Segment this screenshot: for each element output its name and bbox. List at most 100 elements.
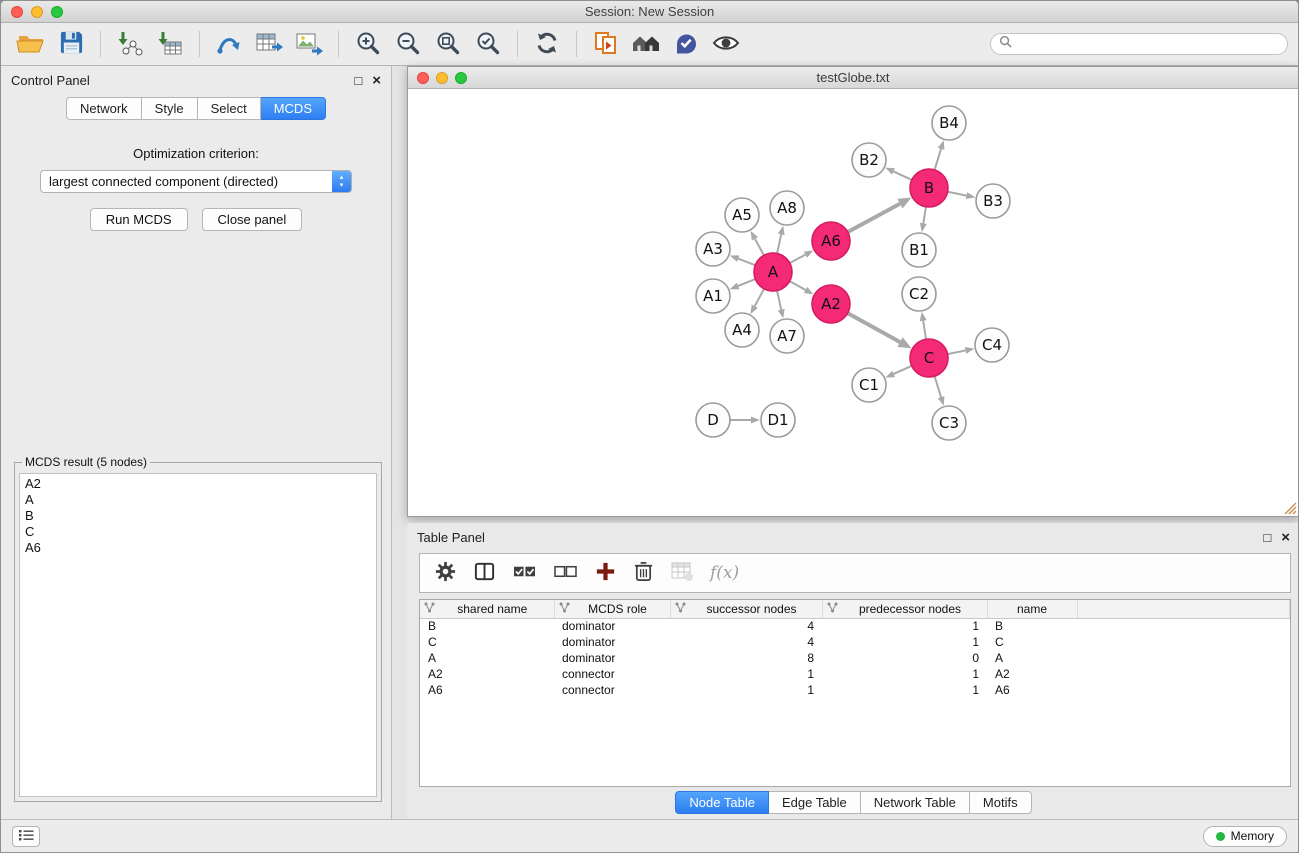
graph-edge-A-A7[interactable] bbox=[777, 291, 781, 310]
table-cell[interactable]: B bbox=[420, 618, 554, 634]
table-cell[interactable]: B bbox=[987, 618, 1077, 634]
mcds-result-item[interactable]: C bbox=[25, 524, 371, 540]
table-row[interactable]: A6connector11A6 bbox=[420, 682, 1290, 698]
column-header-name[interactable]: name bbox=[987, 600, 1077, 618]
graph-edge-B-B3[interactable] bbox=[948, 192, 967, 196]
graph-edge-A-A1[interactable] bbox=[738, 279, 755, 286]
zoom-in-button[interactable] bbox=[348, 26, 388, 62]
table-row[interactable]: Bdominator41B bbox=[420, 618, 1290, 634]
zoom-window-button[interactable] bbox=[51, 6, 63, 18]
network-zoom-button[interactable] bbox=[455, 72, 467, 84]
first-neighbors-button[interactable] bbox=[626, 26, 666, 62]
criterion-dropdown[interactable]: largest connected component (directed) ▴… bbox=[40, 170, 352, 193]
mcds-result-item[interactable]: A2 bbox=[25, 476, 371, 492]
select-all-columns-button[interactable] bbox=[512, 561, 537, 585]
table-cell[interactable]: 1 bbox=[670, 682, 822, 698]
table-cell[interactable]: A bbox=[420, 650, 554, 666]
zoom-selected-button[interactable] bbox=[468, 26, 508, 62]
graph-edge-A-A8[interactable] bbox=[777, 234, 781, 253]
minimize-window-button[interactable] bbox=[31, 6, 43, 18]
delete-column-button[interactable] bbox=[633, 560, 654, 586]
mcds-result-list[interactable]: A2ABCA6 bbox=[19, 473, 377, 797]
tab-network[interactable]: Network bbox=[66, 97, 142, 120]
table-cell[interactable]: A6 bbox=[420, 682, 554, 698]
column-header-mcds-role[interactable]: MCDS role bbox=[554, 600, 670, 618]
graph-edge-A6-B[interactable] bbox=[848, 204, 900, 232]
table-cell[interactable]: connector bbox=[554, 666, 670, 682]
table-cell[interactable]: C bbox=[987, 634, 1077, 650]
graph-edge-B-B2[interactable] bbox=[893, 171, 911, 180]
graph-edge-A-A6[interactable] bbox=[790, 255, 806, 263]
close-window-button[interactable] bbox=[11, 6, 23, 18]
duplicate-window-button[interactable] bbox=[586, 26, 626, 62]
table-cell[interactable]: A2 bbox=[987, 666, 1077, 682]
graph-edge-A-A2[interactable] bbox=[790, 281, 806, 290]
export-image-button[interactable] bbox=[289, 26, 329, 62]
table-row[interactable]: Cdominator41C bbox=[420, 634, 1290, 650]
column-header-predecessor-nodes[interactable]: predecessor nodes bbox=[822, 600, 987, 618]
network-close-button[interactable] bbox=[417, 72, 429, 84]
tab-node-table[interactable]: Node Table bbox=[675, 791, 769, 814]
mcds-result-item[interactable]: A6 bbox=[25, 540, 371, 556]
tab-select[interactable]: Select bbox=[198, 97, 261, 120]
table-cell[interactable]: 1 bbox=[822, 682, 987, 698]
table-cell[interactable]: A6 bbox=[987, 682, 1077, 698]
new-table-button[interactable] bbox=[249, 26, 289, 62]
mcds-result-item[interactable]: B bbox=[25, 508, 371, 524]
table-cell[interactable]: 1 bbox=[822, 634, 987, 650]
graph-edge-A-A5[interactable] bbox=[755, 239, 764, 256]
table-cell[interactable]: C bbox=[420, 634, 554, 650]
table-cell[interactable]: connector bbox=[554, 682, 670, 698]
column-header-shared-name[interactable]: shared name bbox=[420, 600, 554, 618]
table-cell[interactable]: 1 bbox=[822, 618, 987, 634]
tab-edge-table[interactable]: Edge Table bbox=[769, 791, 861, 814]
table-row[interactable]: Adominator80A bbox=[420, 650, 1290, 666]
float-panel-button[interactable]: □ bbox=[354, 74, 362, 87]
import-network-button[interactable] bbox=[110, 26, 150, 62]
run-mcds-button[interactable]: Run MCDS bbox=[90, 208, 188, 231]
table-cell[interactable]: 0 bbox=[822, 650, 987, 666]
graph-edge-C-C4[interactable] bbox=[948, 350, 966, 354]
table-cell[interactable]: 4 bbox=[670, 634, 822, 650]
save-session-button[interactable] bbox=[51, 26, 91, 62]
graph-edge-A-A3[interactable] bbox=[738, 259, 755, 266]
refresh-button[interactable] bbox=[527, 26, 567, 62]
show-hide-panels-button[interactable] bbox=[706, 26, 746, 62]
unselect-all-columns-button[interactable] bbox=[553, 561, 578, 585]
graph-edge-A-A4[interactable] bbox=[755, 289, 764, 306]
show-columns-button[interactable] bbox=[473, 560, 496, 586]
graph-edge-C-C1[interactable] bbox=[894, 366, 912, 374]
table-cell[interactable]: A2 bbox=[420, 666, 554, 682]
new-network-button[interactable] bbox=[209, 26, 249, 62]
memory-button[interactable]: Memory bbox=[1203, 826, 1287, 847]
resize-grip-icon[interactable] bbox=[1284, 502, 1297, 515]
import-table-disabled-button[interactable] bbox=[670, 561, 694, 585]
close-panel-button-mcds[interactable]: Close panel bbox=[202, 208, 303, 231]
tab-motifs[interactable]: Motifs bbox=[970, 791, 1032, 814]
tab-mcds[interactable]: MCDS bbox=[261, 97, 326, 120]
mcds-result-item[interactable]: A bbox=[25, 492, 371, 508]
search-input[interactable] bbox=[1017, 37, 1279, 51]
close-panel-button[interactable]: × bbox=[372, 74, 381, 87]
import-table-button[interactable] bbox=[150, 26, 190, 62]
table-cell[interactable]: 1 bbox=[822, 666, 987, 682]
table-settings-button[interactable] bbox=[434, 560, 457, 586]
function-builder-button[interactable]: f(x) bbox=[710, 563, 739, 583]
task-history-button[interactable] bbox=[12, 826, 40, 847]
table-cell[interactable]: dominator bbox=[554, 634, 670, 650]
table-row[interactable]: A2connector11A2 bbox=[420, 666, 1290, 682]
network-minimize-button[interactable] bbox=[436, 72, 448, 84]
zoom-out-button[interactable] bbox=[388, 26, 428, 62]
network-canvas[interactable]: B4B2BB3A5A8A6A3B1AC2A1A2A4A7C4CC1C3DD1 bbox=[408, 89, 1298, 516]
tab-style[interactable]: Style bbox=[142, 97, 198, 120]
tab-network-table[interactable]: Network Table bbox=[861, 791, 970, 814]
table-close-panel-button[interactable]: × bbox=[1281, 531, 1290, 544]
graph-edge-B-B4[interactable] bbox=[935, 149, 941, 170]
table-cell[interactable]: 1 bbox=[670, 666, 822, 682]
column-header-successor-nodes[interactable]: successor nodes bbox=[670, 600, 822, 618]
table-cell[interactable]: dominator bbox=[554, 650, 670, 666]
annotations-button[interactable] bbox=[666, 26, 706, 62]
graph-edge-A2-C[interactable] bbox=[848, 313, 900, 342]
open-session-button[interactable] bbox=[11, 26, 51, 62]
table-float-panel-button[interactable]: □ bbox=[1263, 531, 1271, 544]
